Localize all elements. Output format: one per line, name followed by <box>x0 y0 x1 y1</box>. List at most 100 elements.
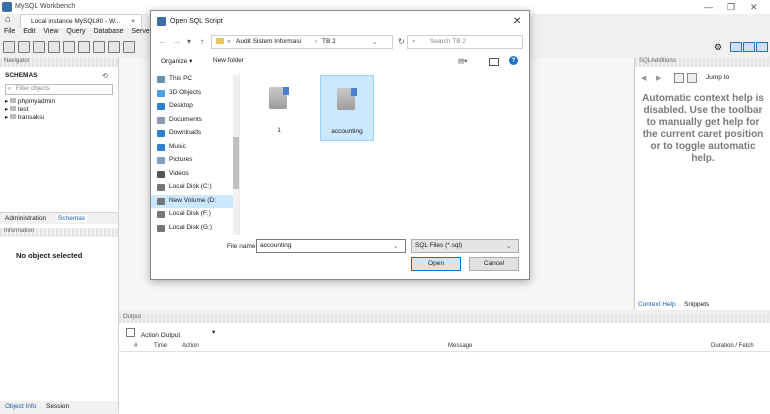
toggle-auto-help-icon[interactable] <box>674 73 684 83</box>
breadcrumb-separator: › <box>315 38 318 45</box>
nav-item[interactable]: Music <box>169 143 186 150</box>
tab-session[interactable]: Session <box>46 403 69 410</box>
nav-item-icon <box>157 130 165 137</box>
toggle-sidebar-icon[interactable] <box>730 42 742 52</box>
nav-item[interactable]: Local Disk (G:) <box>169 224 212 231</box>
create-function-icon[interactable] <box>108 41 120 53</box>
create-view-icon[interactable] <box>78 41 90 53</box>
back-icon[interactable]: ← <box>159 37 167 46</box>
file-type-select[interactable]: SQL Files (*.sql) ⌄ <box>411 239 519 253</box>
output-type-select[interactable]: Action Output ▾ <box>126 328 218 339</box>
nav-item[interactable]: Downloads <box>169 129 201 136</box>
nav-item-icon <box>157 157 165 164</box>
tab-administration[interactable]: Administration <box>5 215 46 222</box>
menu-query[interactable]: Query <box>66 28 85 35</box>
chevron-down-icon[interactable]: ⌄ <box>393 242 398 250</box>
organize-button[interactable]: Organize ▾ <box>161 57 192 65</box>
preview-pane-icon[interactable] <box>489 58 499 66</box>
manual-help-icon[interactable] <box>687 73 697 83</box>
file-name-value: accounting <box>260 242 292 249</box>
nav-item-icon <box>157 116 165 124</box>
col-number: # <box>134 343 138 349</box>
menu-bar: File Edit View Query Database Server <box>0 28 156 39</box>
nav-item[interactable]: Local Disk (F:) <box>169 210 211 217</box>
nav-item[interactable]: Pictures <box>169 156 192 163</box>
tab-object-info[interactable]: Object Info <box>5 403 36 410</box>
dialog-close-icon[interactable]: ✕ <box>513 16 521 27</box>
refresh-schemas-icon[interactable]: ⟲ <box>102 72 108 80</box>
file-item-selected[interactable]: accounting <box>320 75 374 141</box>
file-name-label: File name: <box>227 243 258 250</box>
menu-edit[interactable]: Edit <box>23 28 35 35</box>
schema-filter-input[interactable]: ⌕ Filter objects <box>5 84 113 95</box>
file-item[interactable]: 1 <box>253 75 305 139</box>
breadcrumb-overflow[interactable]: « <box>227 38 231 45</box>
nav-scroll-thumb[interactable] <box>233 137 239 189</box>
folder-search-input[interactable]: ⌕ Search TB 2 <box>407 35 523 49</box>
maximize-icon[interactable]: ❐ <box>727 2 735 13</box>
minimize-icon[interactable]: — <box>704 2 713 12</box>
nav-item[interactable]: New Volume (D: <box>169 197 216 204</box>
navigator-tabs: Administration Schemas <box>0 212 118 224</box>
search-table-icon[interactable] <box>123 41 135 53</box>
create-table-icon[interactable] <box>63 41 75 53</box>
tab-snippets[interactable]: Snippets <box>684 301 709 308</box>
nav-item[interactable]: Local Disk (C:) <box>169 183 212 190</box>
nav-item[interactable]: Desktop <box>169 102 193 109</box>
open-inspector-icon[interactable] <box>33 41 45 53</box>
connection-tab[interactable]: Local instance MySQL80 - W... × <box>20 14 142 28</box>
nav-item[interactable]: This PC <box>169 75 192 82</box>
menu-file[interactable]: File <box>4 28 15 35</box>
close-window-icon[interactable]: ✕ <box>750 2 758 13</box>
open-sql-file-icon[interactable] <box>18 41 30 53</box>
new-sql-tab-icon[interactable] <box>3 41 15 53</box>
help-icon[interactable]: ? <box>509 56 518 65</box>
create-procedure-icon[interactable] <box>93 41 105 53</box>
sql-file-icon <box>269 87 289 109</box>
tab-close-icon[interactable]: × <box>131 18 135 25</box>
recent-locations-icon[interactable]: ▾ <box>187 37 191 46</box>
folder-icon <box>216 38 224 44</box>
menu-view[interactable]: View <box>43 28 58 35</box>
chevron-down-icon[interactable]: ⌄ <box>372 38 377 46</box>
sql-additions-tabs: Context Help Snippets <box>634 300 770 310</box>
breadcrumb-parent[interactable]: Audit Sistem Informasi <box>236 38 301 45</box>
nav-item-icon <box>157 89 165 97</box>
tab-context-help[interactable]: Context Help <box>638 301 676 308</box>
nav-item-icon <box>157 170 165 178</box>
schema-item[interactable]: ▸ test <box>5 106 55 114</box>
open-button[interactable]: Open <box>411 257 461 271</box>
create-schema-icon[interactable] <box>48 41 60 53</box>
menu-server[interactable]: Server <box>131 28 152 35</box>
cancel-button[interactable]: Cancel <box>469 257 519 271</box>
file-name-input[interactable]: accounting ⌄ <box>256 239 406 253</box>
tab-schemas[interactable]: Schemas <box>56 215 88 222</box>
search-icon: ⌕ <box>412 38 416 45</box>
schema-item[interactable]: ▸ transaksi <box>5 114 55 122</box>
chevron-down-icon: ▾ <box>212 329 216 336</box>
dialog-app-icon <box>157 17 166 26</box>
home-icon[interactable]: ⌂ <box>5 14 11 25</box>
schema-item[interactable]: ▸ phpmyadmin <box>5 98 55 106</box>
output-columns: # Time Action Message Duration / Fetch <box>119 342 770 352</box>
nav-item[interactable]: Videos <box>169 170 189 177</box>
menu-database[interactable]: Database <box>93 28 123 35</box>
nav-item-icon <box>157 143 165 151</box>
settings-gear-icon[interactable]: ⚙ <box>714 42 722 53</box>
nav-item[interactable]: 3D Objects <box>169 89 201 96</box>
forward-arrow-icon[interactable]: ▶ <box>656 74 661 82</box>
forward-icon[interactable]: → <box>173 37 181 46</box>
new-folder-button[interactable]: New folder <box>213 57 244 64</box>
context-help-text: Automatic context help is disabled. Use … <box>642 93 764 164</box>
view-options-icon[interactable]: ▤▾ <box>458 57 467 65</box>
refresh-icon[interactable]: ↻ <box>398 37 405 46</box>
toggle-output-icon[interactable] <box>743 42 755 52</box>
back-arrow-icon[interactable]: ◀ <box>641 74 646 82</box>
address-bar[interactable]: « Audit Sistem Informasi › TB 2 ⌄ <box>211 35 393 49</box>
up-folder-icon[interactable]: ↑ <box>200 37 204 46</box>
nav-item[interactable]: Documents <box>169 116 202 123</box>
col-time: Time <box>154 343 168 349</box>
breadcrumb-current[interactable]: TB 2 <box>322 38 336 45</box>
toggle-secondary-sidebar-icon[interactable] <box>756 42 768 52</box>
jump-to-label[interactable]: Jump to <box>706 74 729 81</box>
